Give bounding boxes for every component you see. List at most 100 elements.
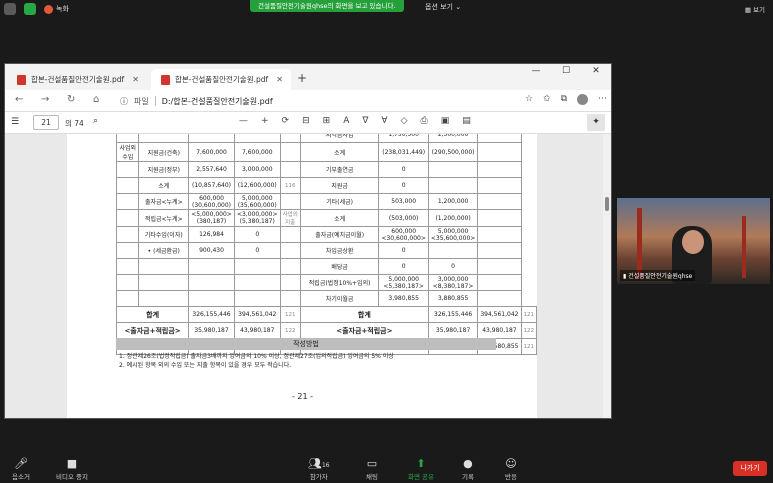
info-icon[interactable]: ⓘ — [120, 96, 128, 107]
table-cell — [188, 274, 235, 291]
pin-icon[interactable]: ✦ — [587, 114, 605, 131]
favorite-icon[interactable]: ☆ — [525, 94, 533, 105]
table-cell — [233, 274, 281, 291]
zoom-in-icon[interactable]: + — [261, 116, 269, 126]
scrollbar[interactable] — [603, 134, 611, 418]
stop-video-button[interactable]: ■ 비디오 중지 — [56, 457, 88, 481]
back-icon[interactable]: ← — [15, 94, 23, 105]
highlight-icon[interactable]: ∀ — [381, 116, 387, 126]
table-cell: 지역금사업 — [299, 134, 380, 143]
table-cell: 기타(세금) — [299, 193, 380, 210]
zoom-top-bar: 녹화 건설품질안전기술원qhse의 화면을 보고 있습니다. 옵션 보기 ⌄ ▦… — [0, 0, 773, 20]
table-cell — [188, 258, 235, 275]
draw-icon[interactable]: ∇ — [362, 116, 368, 126]
pdf-viewer[interactable]: 지역금사업 1,750,500 2,500,000 사업외 수입 지원금(건축) 7,60… — [5, 134, 611, 418]
tab-1[interactable]: 합본-건설품질안전기술원.pdf ✕ — [7, 69, 147, 90]
table-cell: 적립금(법정10%+임의) — [299, 274, 380, 291]
reactions-button[interactable]: ☺ 반응 — [505, 457, 517, 481]
more-icon[interactable]: ⋯ — [598, 94, 607, 105]
participants-count: 16 — [321, 462, 330, 469]
table-row: 배당금 0 0 — [115, 258, 537, 275]
table-cell — [115, 226, 140, 243]
table-cell — [279, 274, 301, 291]
total-cell: 121 — [520, 338, 537, 355]
pdf-page: 지역금사업 1,750,500 2,500,000 사업외 수입 지원금(건축) 7,60… — [67, 134, 537, 418]
table-cell — [233, 134, 281, 143]
forward-icon[interactable]: → — [41, 94, 49, 105]
url-field[interactable]: ⓘ 파일 D:/합본-건설품질안전기술원.pdf — [120, 93, 510, 109]
browser-window: 합본-건설품질안전기술원.pdf ✕ 합본-건설품질안전기술원.pdf ✕ + … — [4, 63, 612, 419]
table-cell — [477, 274, 522, 291]
zoom-out-icon[interactable]: — — [239, 116, 248, 126]
table-cell — [279, 226, 301, 243]
view-options-button[interactable]: 옵션 보기 ⌄ — [425, 2, 461, 12]
table-cell: (1,200,000) — [427, 209, 479, 227]
minimize-icon[interactable]: — — [521, 66, 551, 76]
table-cell — [477, 161, 522, 178]
share-screen-button[interactable]: ⬆ 화면 공유 — [408, 457, 434, 481]
chat-button[interactable]: ▭ 채팅 — [366, 457, 378, 481]
record-button[interactable]: ● 기록 — [462, 457, 474, 481]
save-icon[interactable]: ▣ — [441, 116, 450, 126]
close-icon[interactable]: ✕ — [276, 75, 283, 84]
table-cell: 1,750,500 — [378, 134, 429, 143]
collections-icon[interactable]: ⧉ — [561, 94, 567, 105]
mute-label: 음소거 — [12, 473, 30, 481]
mute-button[interactable]: 🎤︎ 음소거 — [12, 457, 30, 481]
participants-button[interactable]: 👥︎16 참가자 — [308, 457, 330, 481]
print-icon[interactable]: ⎙ — [420, 116, 427, 126]
rotate-icon[interactable]: ⟳ — [282, 116, 290, 126]
table-cell — [477, 142, 522, 162]
home-icon[interactable]: ⌂ — [93, 94, 99, 105]
scroll-thumb[interactable] — [605, 197, 609, 211]
table-cell — [115, 274, 140, 291]
fit-page-icon[interactable]: ⊟ — [302, 116, 310, 126]
read-aloud-icon[interactable]: A — [343, 116, 349, 126]
recording-indicator[interactable]: 녹화 — [44, 4, 69, 14]
table-cell: 출자금(예치금이월) — [299, 226, 380, 243]
table-cell: 3,000,000 — [233, 161, 281, 178]
page-number-input[interactable]: 21 — [33, 115, 59, 130]
table-cell: 2,557,640 — [188, 161, 235, 178]
search-icon[interactable]: ⌕ — [93, 116, 98, 126]
total-cell: 43,980,187 — [233, 322, 281, 339]
table-row: 적립금(법정10%+임의) 5,000,000 <5,380,187> 3,000,… — [115, 274, 537, 291]
shield-icon[interactable] — [24, 3, 36, 15]
video-tile[interactable]: ▮ 건설품질안전기술원qhse — [617, 198, 770, 284]
favorites-icon[interactable]: ✩ — [543, 94, 551, 105]
record-icon — [44, 4, 53, 14]
table-cell — [279, 134, 301, 143]
avatar[interactable] — [577, 94, 588, 105]
table-cell: 503,000 — [378, 193, 429, 210]
table-cell: 3,980,855 — [378, 290, 429, 307]
table-cell — [138, 290, 190, 307]
participant-face — [682, 230, 704, 254]
tab-2[interactable]: 합본-건설품질안전기술원.pdf ✕ — [151, 69, 291, 90]
close-icon[interactable]: ✕ — [132, 75, 139, 84]
table-cell: 5,000,000 (35,600,000) — [233, 193, 281, 210]
table-cell: 7,600,000 — [233, 142, 281, 162]
view-button[interactable]: ▦ 보기 — [745, 4, 765, 14]
table-cell — [115, 258, 140, 275]
table-cell — [188, 134, 235, 143]
close-window-icon[interactable]: ✕ — [581, 66, 611, 76]
pdf-icon — [17, 74, 26, 85]
erase-icon[interactable]: ◇ — [401, 116, 408, 126]
leave-button[interactable]: 나가기 — [733, 461, 767, 476]
save-as-icon[interactable]: ▤ — [462, 116, 471, 126]
file-label: 파일 — [134, 96, 149, 106]
table-cell: 기부출연금 — [299, 161, 380, 178]
total-cell: <출자금+적립금> — [115, 322, 190, 339]
new-tab-button[interactable]: + — [297, 71, 307, 85]
total-row: 합계 326,155,446 394,561,042 121 합계 326,155,446… — [115, 306, 537, 323]
table-row: 지원금(정부) 2,557,640 3,000,000 기부출연금 0 — [115, 161, 537, 178]
table-row: 차기이월금 3,980,855 3,880,855 — [115, 290, 537, 307]
refresh-icon[interactable]: ↻ — [67, 94, 75, 105]
tab-label: 합본-건설품질안전기술원.pdf — [175, 75, 269, 84]
table-cell — [188, 290, 235, 307]
info-icon[interactable] — [4, 3, 16, 15]
maximize-icon[interactable]: ☐ — [551, 66, 581, 76]
table-cell — [477, 193, 522, 210]
contents-icon[interactable]: ☰ — [11, 117, 19, 127]
page-view-icon[interactable]: ⊞ — [323, 116, 331, 126]
